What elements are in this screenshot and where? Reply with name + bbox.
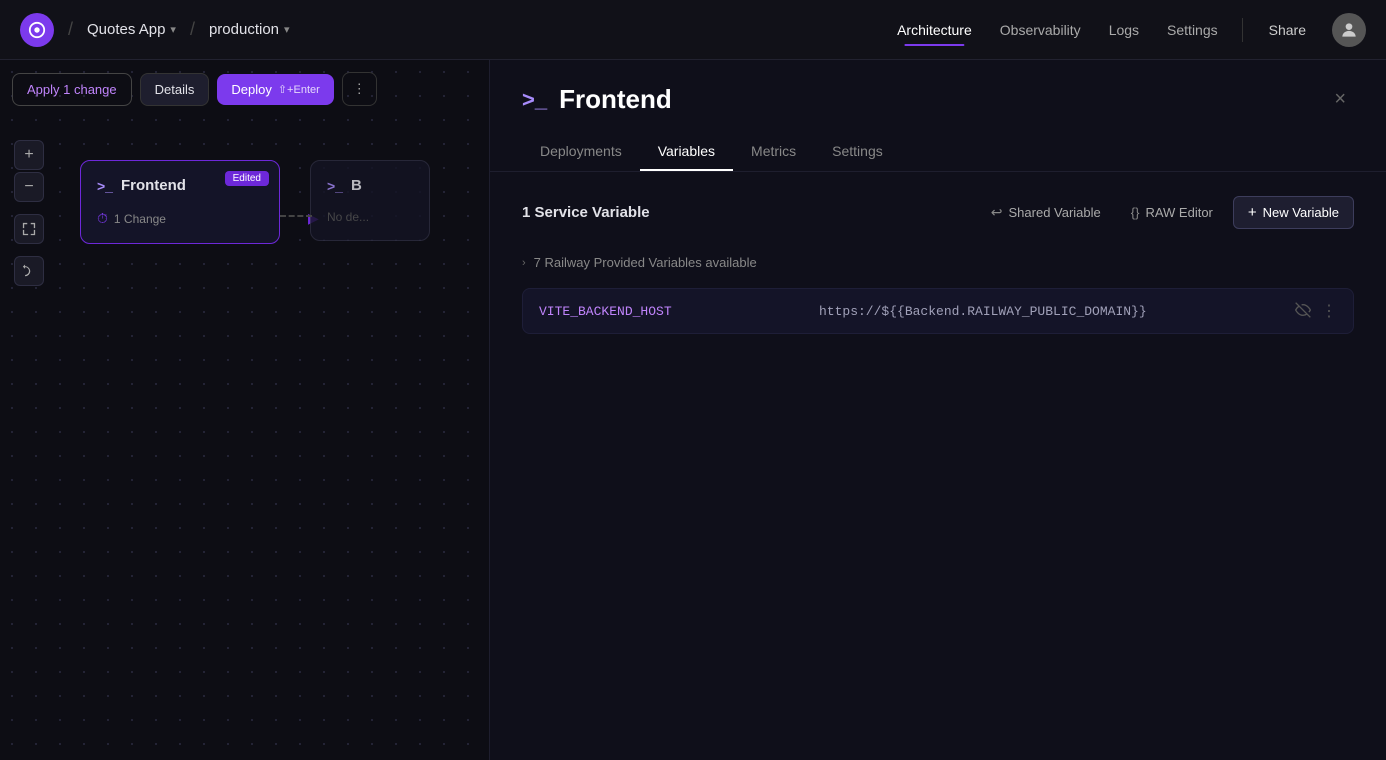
vars-actions: ↩ Shared Variable {} RAW Editor + New Va… bbox=[981, 196, 1354, 229]
frontend-icon: >_ bbox=[97, 178, 113, 194]
variable-value: https://${{Backend.RAILWAY_PUBLIC_DOMAIN… bbox=[819, 304, 1295, 319]
vars-section-title: 1 Service Variable bbox=[522, 204, 650, 221]
frontend-label: Frontend bbox=[121, 177, 186, 194]
backend-service-card[interactable]: >_ B No de... bbox=[310, 160, 430, 241]
backend-icon: >_ bbox=[327, 178, 343, 194]
nav-right: Architecture Observability Logs Settings… bbox=[885, 13, 1366, 47]
nav-separator-2: / bbox=[190, 19, 195, 40]
panel-title-text: Frontend bbox=[559, 84, 672, 115]
tab-metrics[interactable]: Metrics bbox=[733, 133, 814, 171]
new-variable-plus-icon: + bbox=[1248, 204, 1257, 221]
more-options-button[interactable]: ⋮ bbox=[342, 72, 377, 106]
panel-title-icon: >_ bbox=[522, 87, 547, 113]
raw-editor-label: RAW Editor bbox=[1145, 205, 1212, 220]
railway-vars-row[interactable]: › 7 Railway Provided Variables available bbox=[522, 245, 1354, 280]
env-chevron-icon: ▾ bbox=[284, 23, 290, 36]
nav-settings[interactable]: Settings bbox=[1155, 16, 1230, 44]
details-button[interactable]: Details bbox=[140, 73, 210, 106]
canvas-area: Apply 1 change Details Deploy ⇧+Enter ⋮ … bbox=[0, 60, 490, 760]
app-logo[interactable] bbox=[20, 13, 54, 47]
connection-line bbox=[280, 215, 312, 217]
deploy-label: Deploy bbox=[231, 82, 271, 97]
variables-toolbar: 1 Service Variable ↩ Shared Variable {} … bbox=[522, 196, 1354, 229]
frontend-change-row: ⏱ 1 Change bbox=[97, 210, 263, 227]
tab-settings[interactable]: Settings bbox=[814, 133, 901, 171]
panel-close-button[interactable]: × bbox=[1326, 84, 1354, 115]
raw-editor-button[interactable]: {} RAW Editor bbox=[1121, 199, 1223, 226]
tab-variables[interactable]: Variables bbox=[640, 133, 733, 171]
variable-row-actions: ⋮ bbox=[1295, 301, 1337, 321]
panel-content: 1 Service Variable ↩ Shared Variable {} … bbox=[490, 172, 1386, 760]
chevron-right-icon: › bbox=[522, 257, 526, 269]
new-variable-label: New Variable bbox=[1263, 205, 1339, 220]
shared-variable-button[interactable]: ↩ Shared Variable bbox=[981, 198, 1111, 227]
canvas-topbar: Apply 1 change Details Deploy ⇧+Enter ⋮ bbox=[12, 72, 477, 106]
deploy-button[interactable]: Deploy ⇧+Enter bbox=[217, 74, 333, 105]
panel-header: >_ Frontend × Deployments Variables Metr… bbox=[490, 60, 1386, 172]
zoom-in-button[interactable]: + bbox=[14, 140, 44, 170]
zoom-out-button[interactable]: − bbox=[14, 172, 44, 202]
panel-title-row: >_ Frontend × bbox=[522, 84, 1354, 115]
variable-key: VITE_BACKEND_HOST bbox=[539, 304, 819, 319]
canvas-controls: + − bbox=[14, 140, 44, 286]
nav-separator-1: / bbox=[68, 19, 73, 40]
main-layout: Apply 1 change Details Deploy ⇧+Enter ⋮ … bbox=[0, 60, 1386, 760]
env-name: production bbox=[209, 21, 279, 38]
backend-label: B bbox=[351, 177, 362, 194]
deploy-shortcut: ⇧+Enter bbox=[278, 83, 320, 96]
backend-card-title: >_ B bbox=[327, 177, 413, 194]
service-panel: >_ Frontend × Deployments Variables Metr… bbox=[490, 60, 1386, 760]
avatar[interactable] bbox=[1332, 13, 1366, 47]
top-navigation: / Quotes App ▾ / production ▾ Architectu… bbox=[0, 0, 1386, 60]
app-chevron-icon: ▾ bbox=[170, 23, 176, 36]
nav-observability[interactable]: Observability bbox=[988, 16, 1093, 44]
app-name-link[interactable]: Quotes App ▾ bbox=[87, 21, 176, 38]
change-label: 1 Change bbox=[114, 212, 166, 226]
variable-more-button[interactable]: ⋮ bbox=[1321, 301, 1337, 321]
undo-button[interactable] bbox=[14, 256, 44, 286]
nav-divider bbox=[1242, 18, 1243, 42]
variable-row: VITE_BACKEND_HOST https://${{Backend.RAI… bbox=[522, 288, 1354, 334]
new-variable-button[interactable]: + New Variable bbox=[1233, 196, 1354, 229]
backend-no-data: No de... bbox=[327, 210, 413, 224]
nav-logs[interactable]: Logs bbox=[1097, 16, 1151, 44]
frontend-service-card[interactable]: Edited >_ Frontend ⏱ 1 Change bbox=[80, 160, 280, 244]
tab-deployments[interactable]: Deployments bbox=[522, 133, 640, 171]
edited-badge: Edited bbox=[225, 171, 269, 186]
shared-var-icon: ↩ bbox=[991, 204, 1003, 221]
panel-tabs: Deployments Variables Metrics Settings bbox=[522, 133, 1354, 171]
env-link[interactable]: production ▾ bbox=[209, 21, 290, 38]
apply-change-button[interactable]: Apply 1 change bbox=[12, 73, 132, 106]
nav-architecture[interactable]: Architecture bbox=[885, 16, 984, 44]
shared-variable-label: Shared Variable bbox=[1009, 205, 1101, 220]
app-name: Quotes App bbox=[87, 21, 165, 38]
railway-vars-label: 7 Railway Provided Variables available bbox=[534, 255, 757, 270]
change-icon: ⏱ bbox=[97, 210, 108, 227]
raw-editor-icon: {} bbox=[1131, 205, 1140, 220]
variable-visibility-button[interactable] bbox=[1295, 302, 1311, 321]
panel-title: >_ Frontend bbox=[522, 84, 672, 115]
expand-button[interactable] bbox=[14, 214, 44, 244]
nav-left: / Quotes App ▾ / production ▾ bbox=[20, 13, 885, 47]
share-button[interactable]: Share bbox=[1255, 16, 1320, 44]
